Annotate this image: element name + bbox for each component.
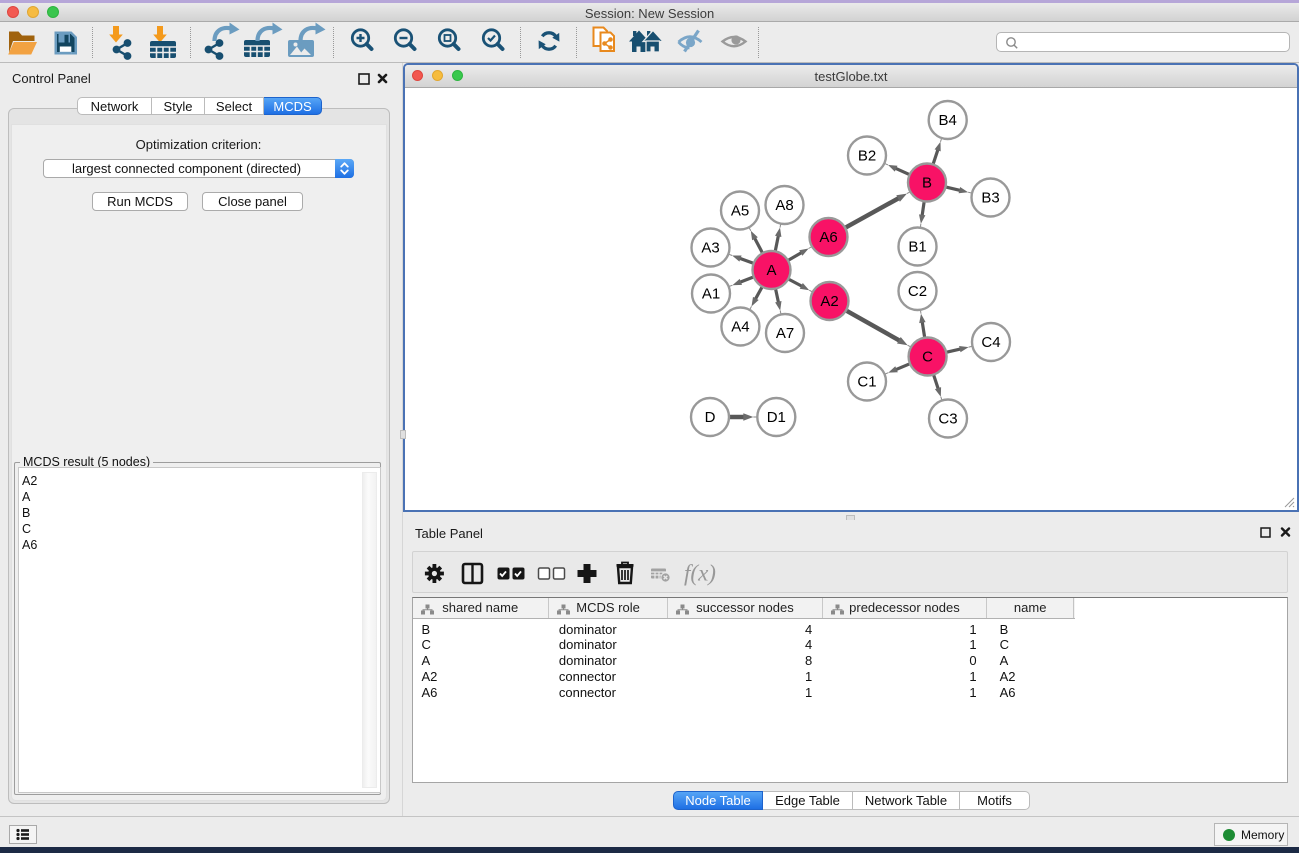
svg-text:C4: C4: [981, 334, 1000, 351]
svg-text:A6: A6: [819, 229, 837, 246]
svg-text:B1: B1: [908, 239, 926, 256]
svg-text:C3: C3: [938, 411, 957, 428]
svg-text:B4: B4: [939, 112, 957, 129]
svg-text:A1: A1: [702, 286, 720, 303]
svg-text:B3: B3: [981, 190, 999, 207]
svg-text:D: D: [705, 409, 716, 426]
svg-text:A8: A8: [775, 197, 793, 214]
svg-text:A7: A7: [776, 325, 794, 342]
svg-text:A5: A5: [731, 203, 749, 220]
svg-text:C1: C1: [857, 374, 876, 391]
svg-text:A3: A3: [701, 240, 719, 257]
svg-text:A2: A2: [820, 293, 838, 310]
svg-text:D1: D1: [767, 409, 786, 426]
svg-text:B: B: [922, 175, 932, 192]
svg-text:C: C: [922, 349, 933, 366]
svg-text:C2: C2: [908, 283, 927, 300]
svg-text:B2: B2: [858, 148, 876, 165]
svg-text:A: A: [766, 262, 776, 279]
svg-text:A4: A4: [731, 319, 749, 336]
svg-text:f(x): f(x): [684, 561, 716, 586]
